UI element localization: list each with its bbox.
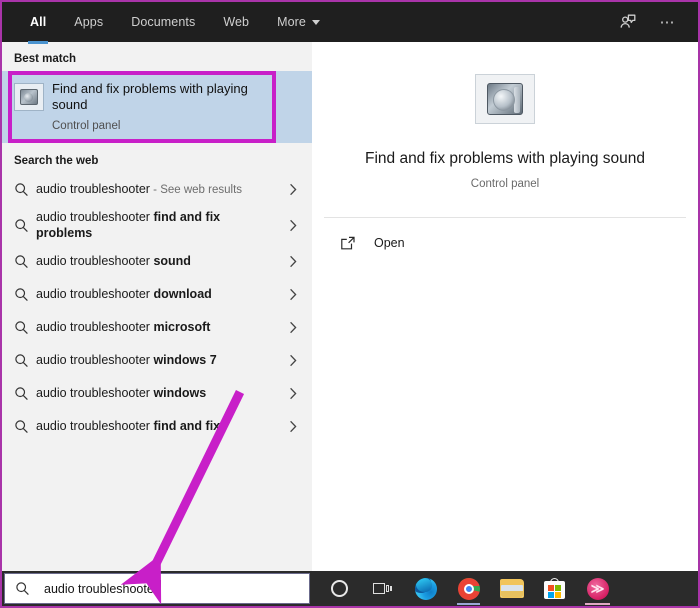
chevron-down-icon (311, 19, 320, 25)
search-body: Best match Find and fix problems with pl… (2, 42, 698, 571)
preview-subtitle: Control panel (470, 178, 540, 190)
search-icon (14, 182, 36, 197)
search-header: All Apps Documents Web More ⋯ (2, 2, 698, 44)
task-view-icon (372, 581, 393, 596)
search-filter-tabs: All Apps Documents Web More (16, 2, 334, 44)
chevron-right-icon (284, 183, 302, 196)
web-suggestion-label: audio troubleshooter windows 7 (36, 353, 217, 367)
windows-search-panel: All Apps Documents Web More ⋯ Best match… (0, 0, 700, 608)
tab-apps[interactable]: Apps (60, 2, 117, 42)
pink-app-glyph: ≫ (590, 580, 605, 596)
search-input[interactable]: audio troubleshooter (4, 573, 310, 604)
web-suggestion-item[interactable]: audio troubleshooter find and fix proble… (2, 206, 312, 245)
best-match-wrapper: Find and fix problems with playing sound… (2, 71, 312, 143)
preview-pane: Find and fix problems with playing sound… (312, 42, 698, 571)
taskbar-item-chrome[interactable] (447, 571, 490, 606)
file-explorer-icon (499, 579, 524, 598)
web-suggestion-item[interactable]: audio troubleshooter windows (2, 377, 312, 410)
sound-troubleshooter-icon (475, 74, 535, 124)
web-suggestion-label: audio troubleshooter windows (36, 386, 207, 400)
edge-icon (414, 577, 437, 600)
best-match-title: Find and fix problems with playing sound (52, 81, 248, 112)
pink-app-icon: ≫ (586, 577, 609, 600)
web-suggestion-label: audio troubleshooter find and fix (36, 419, 221, 433)
tab-all-label: All (30, 15, 47, 29)
tab-documents-label: Documents (131, 15, 196, 29)
web-suggestion-label: audio troubleshooter microsoft (36, 320, 211, 334)
search-the-web-heading: Search the web (14, 155, 99, 167)
search-icon (14, 254, 36, 269)
chevron-right-icon (284, 255, 302, 268)
best-match-heading: Best match (14, 53, 76, 65)
web-suggestion-label: audio troubleshooter - See web results (36, 182, 243, 196)
tab-all[interactable]: All (16, 2, 60, 44)
taskbar-item-cortana[interactable] (318, 571, 361, 606)
taskbar-item-task-view[interactable] (361, 571, 404, 606)
search-icon (14, 353, 36, 368)
microsoft-store-icon (544, 578, 565, 599)
ellipsis-icon[interactable]: ⋯ (658, 12, 678, 32)
chevron-right-icon (284, 219, 302, 232)
web-suggestion-item[interactable]: audio troubleshooter - See web results (2, 173, 312, 206)
web-suggestion-item[interactable]: audio troubleshooter find and fix (2, 410, 312, 443)
chevron-right-icon (284, 387, 302, 400)
search-icon (14, 386, 36, 401)
search-icon (14, 287, 36, 302)
best-match-result[interactable]: Find and fix problems with playing sound… (2, 71, 312, 143)
chevron-right-icon (284, 288, 302, 301)
taskbar-item-pink-app[interactable]: ≫ (576, 571, 619, 606)
tab-documents[interactable]: Documents (117, 2, 209, 42)
open-action-label: Open (374, 236, 405, 250)
chevron-right-icon (284, 321, 302, 334)
taskbar-item-file-explorer[interactable] (490, 571, 533, 606)
open-external-icon (340, 235, 362, 251)
tab-apps-label: Apps (74, 15, 104, 29)
tab-more[interactable]: More (263, 2, 334, 42)
web-suggestion-item[interactable]: audio troubleshooter sound (2, 245, 312, 278)
person-feedback-icon[interactable] (618, 12, 638, 32)
best-match-subtitle: Control panel (52, 120, 121, 132)
search-icon (14, 218, 36, 233)
cortana-icon (331, 580, 348, 597)
search-input-value: audio troubleshooter (44, 579, 161, 596)
taskbar-item-microsoft-store[interactable] (533, 571, 576, 606)
search-icon (15, 581, 35, 596)
tab-web-label: Web (223, 15, 250, 29)
web-suggestion-item[interactable]: audio troubleshooter windows 7 (2, 344, 312, 377)
header-actions: ⋯ (618, 12, 684, 32)
taskbar-item-edge[interactable] (404, 571, 447, 606)
chevron-right-icon (284, 354, 302, 367)
web-suggestion-label: audio troubleshooter find and fix proble… (36, 210, 221, 240)
web-suggestion-item[interactable]: audio troubleshooter microsoft (2, 311, 312, 344)
preview-card: Find and fix problems with playing sound… (312, 42, 698, 190)
web-suggestion-label: audio troubleshooter sound (36, 254, 191, 268)
taskbar-items: ≫ (318, 571, 619, 606)
open-action[interactable]: Open (312, 218, 698, 251)
taskbar: audio troubleshooter ≫ (2, 571, 698, 606)
chrome-icon (457, 577, 480, 600)
results-list-pane: Best match Find and fix problems with pl… (2, 42, 312, 571)
tab-web[interactable]: Web (209, 2, 263, 42)
web-suggestion-item[interactable]: audio troubleshooter download (2, 278, 312, 311)
web-suggestion-label: audio troubleshooter download (36, 287, 212, 301)
preview-title: Find and fix problems with playing sound (364, 150, 645, 167)
search-icon (14, 320, 36, 335)
search-icon (14, 419, 36, 434)
sound-troubleshooter-icon (14, 83, 44, 111)
chevron-right-icon (284, 420, 302, 433)
tab-more-label: More (277, 15, 306, 29)
